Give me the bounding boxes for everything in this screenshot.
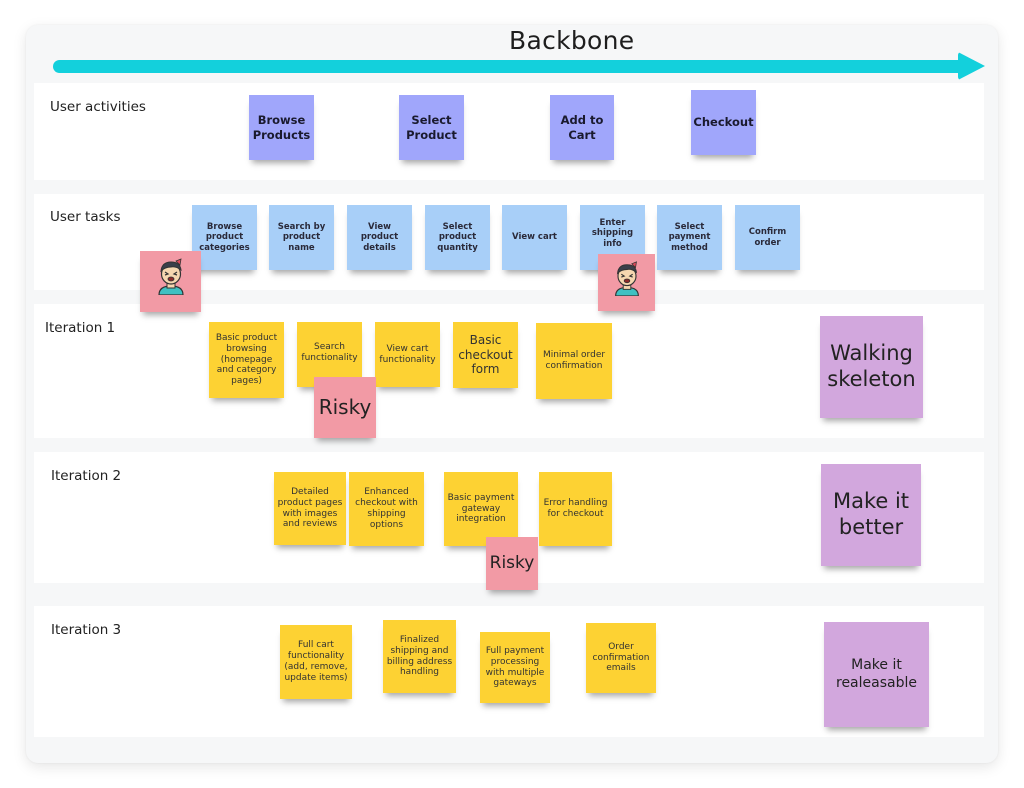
story-note[interactable]: Minimal order confirmation	[536, 323, 612, 399]
backbone-title: Backbone	[509, 26, 635, 55]
story-note[interactable]: Order confirmation emails	[586, 623, 656, 693]
iteration-goal-text: Walking skeleton	[827, 341, 916, 391]
activity-note-text: Select Product	[406, 113, 457, 142]
task-note-text: Search by product name	[277, 221, 326, 253]
activity-note-text: Browse Products	[252, 113, 311, 142]
story-note-text: Detailed product pages with images and r…	[277, 486, 343, 530]
activity-note[interactable]: Browse Products	[249, 95, 314, 160]
iteration-goal-text: Make it better	[832, 489, 910, 539]
story-note[interactable]: Detailed product pages with images and r…	[274, 472, 346, 545]
story-note[interactable]: Full cart functionality (add, remove, up…	[280, 625, 352, 699]
lane-label-iteration-2: Iteration 2	[51, 468, 122, 484]
pain-point-note[interactable]	[140, 251, 201, 312]
risky-note-text: Risky	[318, 395, 372, 420]
activity-note[interactable]: Add to Cart	[550, 95, 614, 160]
story-note-text: Error handling for checkout	[543, 498, 608, 519]
story-note-text: Basic payment gateway integration	[447, 492, 515, 525]
iteration-goal-note[interactable]: Walking skeleton	[820, 316, 923, 418]
iteration-goal-note[interactable]: Make it realeasable	[824, 622, 929, 727]
iteration-goal-note[interactable]: Make it better	[821, 464, 921, 566]
lane-user-activities	[34, 83, 984, 180]
task-note[interactable]: Select product quantity	[425, 205, 490, 270]
activity-note[interactable]: Checkout	[691, 90, 756, 155]
story-note-text: View cart functionality	[379, 343, 436, 365]
task-note[interactable]: View cart	[502, 205, 567, 270]
iteration-goal-text: Make it realeasable	[836, 657, 917, 691]
activity-note[interactable]: Select Product	[399, 95, 464, 160]
story-note[interactable]: Basic product browsing (homepage and cat…	[209, 322, 284, 398]
task-note-text: Enter shipping info	[591, 218, 634, 249]
lane-label-iteration-1: Iteration 1	[45, 320, 116, 336]
risky-note-text: Risky	[489, 553, 535, 574]
story-note-text: Full cart functionality (add, remove, up…	[284, 640, 348, 683]
story-note[interactable]: View cart functionality	[375, 322, 440, 387]
backbone-arrow-head	[958, 52, 985, 80]
story-note-text: Search functionality	[301, 342, 358, 363]
lane-label-user-tasks: User tasks	[50, 209, 121, 225]
story-note-text: Basic checkout form	[458, 333, 513, 377]
task-note-text: Select payment method	[668, 221, 711, 253]
task-note-text: View product details	[360, 221, 399, 253]
task-note[interactable]: Select payment method	[657, 205, 722, 270]
story-note-text: Minimal order confirmation	[542, 350, 606, 371]
risky-note[interactable]: Risky	[314, 377, 376, 438]
task-note[interactable]: Search by product name	[269, 205, 334, 270]
task-note-text: Browse product categories	[199, 221, 250, 253]
risky-note[interactable]: Risky	[486, 537, 538, 590]
story-note[interactable]: Basic checkout form	[453, 322, 518, 388]
frustrated-face-icon	[614, 261, 639, 296]
story-note[interactable]: Error handling for checkout	[539, 472, 612, 546]
task-note[interactable]: Confirm order	[735, 205, 800, 270]
task-note-text: Select product quantity	[437, 221, 478, 253]
activity-note-text: Add to Cart	[560, 113, 604, 142]
task-note-text: Confirm order	[748, 227, 787, 248]
task-note[interactable]: Browse product categories	[192, 205, 257, 270]
story-note[interactable]: Basic payment gateway integration	[444, 472, 518, 546]
story-note-text: Order confirmation emails	[592, 641, 650, 674]
backbone-arrow	[53, 60, 965, 73]
lane-label-iteration-3: Iteration 3	[51, 622, 122, 638]
frustrated-face-icon	[157, 258, 184, 295]
lane-label-user-activities: User activities	[50, 99, 146, 115]
story-note-text: Full payment processing with multiple ga…	[485, 645, 545, 689]
task-note[interactable]: View product details	[347, 205, 412, 270]
story-note[interactable]: Finalized shipping and billing address h…	[383, 620, 456, 693]
story-note-text: Finalized shipping and billing address h…	[386, 634, 453, 678]
task-note-text: View cart	[512, 232, 557, 243]
pain-point-note[interactable]	[598, 254, 655, 311]
activity-note-text: Checkout	[693, 115, 754, 130]
story-note[interactable]: Full payment processing with multiple ga…	[480, 632, 550, 703]
story-note-text: Enhanced checkout with shipping options	[355, 487, 418, 530]
story-note[interactable]: Enhanced checkout with shipping options	[349, 472, 424, 546]
story-note-text: Basic product browsing (homepage and cat…	[215, 332, 278, 387]
